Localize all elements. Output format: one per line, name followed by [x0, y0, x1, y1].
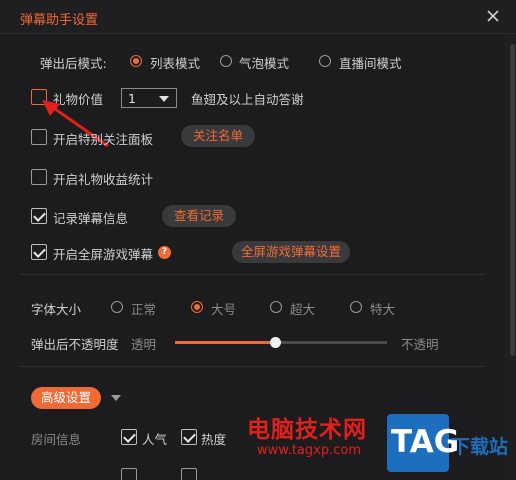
- room-info-checkbox-row2[interactable]: [121, 468, 137, 480]
- radio-font-normal[interactable]: [111, 301, 123, 313]
- heat-label: 热度: [201, 432, 227, 447]
- close-icon[interactable]: [484, 7, 502, 25]
- window-title: 弹幕助手设置: [20, 13, 99, 28]
- radio-font-normal-label[interactable]: 正常: [131, 299, 156, 318]
- radio-font-large-label[interactable]: 大号: [211, 299, 236, 318]
- fullscreen-game-label: 开启全屏游戏弹幕: [53, 247, 154, 262]
- watermark: 电脑技术网 www.tagxp.com TAG 下载站: [233, 410, 516, 480]
- radio-font-large[interactable]: [191, 301, 203, 313]
- fullscreen-game-checkbox[interactable]: [31, 244, 47, 260]
- tag-logo-text: TAG: [391, 424, 460, 460]
- view-records-button[interactable]: 查看记录: [162, 205, 236, 227]
- divider: [20, 366, 485, 367]
- gift-value-select-value: 1: [128, 91, 136, 106]
- font-size-label: 字体大小: [31, 302, 82, 317]
- help-icon[interactable]: ?: [158, 246, 171, 259]
- chevron-down-icon: [159, 96, 169, 102]
- popularity-label: 人气: [142, 432, 168, 447]
- record-danmaku-label: 记录弹幕信息: [53, 211, 129, 226]
- radio-font-xlarge-label[interactable]: 超大: [290, 299, 315, 318]
- watermark-url: www.tagxp.com: [257, 443, 361, 458]
- scrollbar-thumb[interactable]: [510, 44, 515, 356]
- gift-revenue-checkbox[interactable]: [31, 169, 47, 185]
- advanced-settings-button[interactable]: 高级设置: [31, 387, 101, 409]
- popup-mode-label: 弹出后模式:: [40, 56, 107, 71]
- tag-logo: TAG: [387, 414, 459, 472]
- follow-list-button[interactable]: 关注名单: [181, 125, 255, 147]
- title-bar: 弹幕助手设置: [0, 0, 516, 34]
- opacity-min-label: 透明: [131, 337, 157, 352]
- watermark-site-name: 电脑技术网: [247, 417, 367, 443]
- radio-room-mode-label[interactable]: 直播间模式: [339, 53, 402, 72]
- radio-bubble-mode-label[interactable]: 气泡模式: [239, 53, 289, 72]
- heat-checkbox[interactable]: [181, 429, 197, 445]
- divider: [20, 274, 485, 275]
- radio-font-xxlarge[interactable]: [350, 301, 362, 313]
- opacity-max-label: 不透明: [401, 337, 439, 352]
- annotation-arrow-icon: [42, 100, 109, 148]
- chevron-down-icon[interactable]: [111, 395, 121, 401]
- popularity-checkbox[interactable]: [121, 429, 137, 445]
- special-follow-label: 开启特别关注面板: [53, 132, 154, 147]
- radio-list-mode-label[interactable]: 列表模式: [150, 53, 200, 72]
- watermark-side-text: 下载站: [451, 436, 509, 458]
- radio-font-xlarge[interactable]: [270, 301, 282, 313]
- fullscreen-game-settings-button[interactable]: 全屏游戏弹幕设置: [232, 241, 350, 263]
- radio-bubble-mode[interactable]: [220, 55, 232, 67]
- opacity-label: 弹出后不透明度: [31, 337, 119, 352]
- special-follow-checkbox[interactable]: [31, 129, 47, 145]
- room-info-checkbox-row2b[interactable]: [181, 468, 197, 480]
- gift-value-select[interactable]: 1: [121, 88, 177, 108]
- room-info-label: 房间信息: [31, 432, 82, 447]
- radio-list-mode[interactable]: [130, 55, 142, 67]
- gift-value-suffix: 鱼翅及以上自动答谢: [191, 92, 304, 107]
- record-danmaku-checkbox[interactable]: [31, 208, 47, 224]
- radio-room-mode[interactable]: [319, 55, 331, 67]
- opacity-slider-handle[interactable]: [270, 337, 281, 348]
- gift-revenue-label: 开启礼物收益统计: [53, 172, 154, 187]
- opacity-slider-fill: [175, 341, 275, 344]
- radio-font-xxlarge-label[interactable]: 特大: [370, 299, 395, 318]
